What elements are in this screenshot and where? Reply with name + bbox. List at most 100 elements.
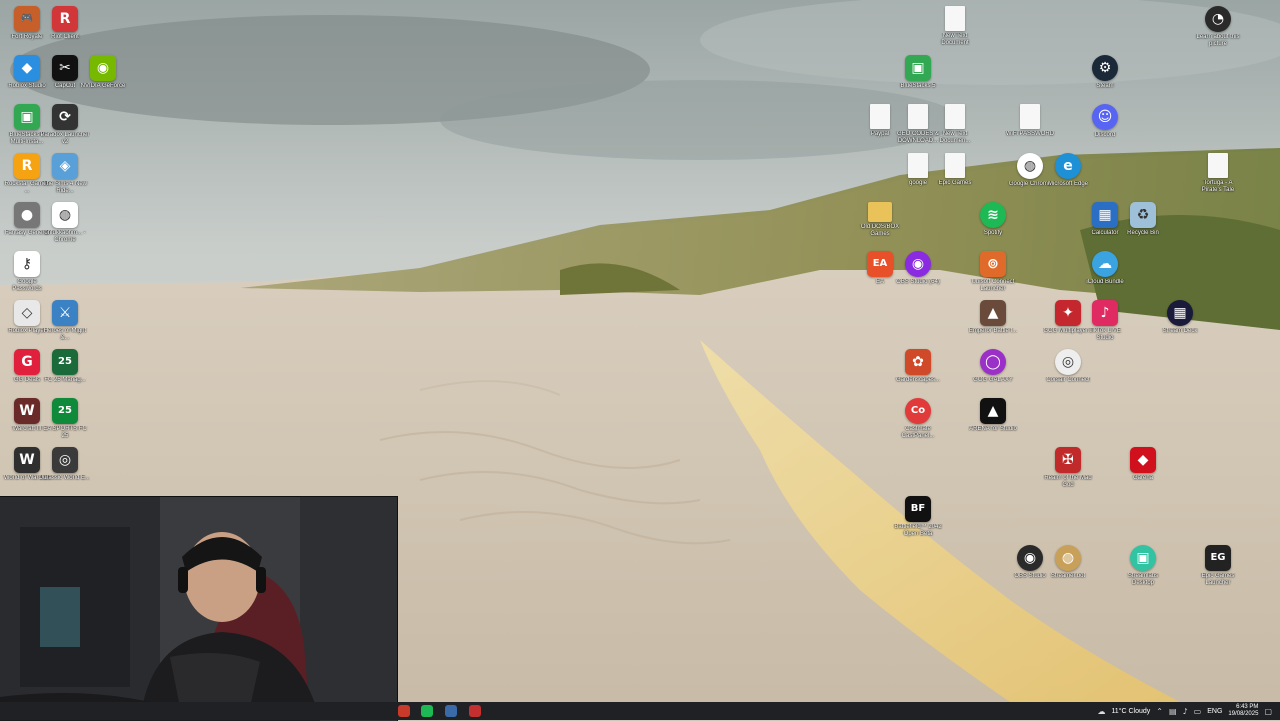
taskbar-steam-icon[interactable] bbox=[445, 705, 457, 717]
webcam-overlay bbox=[0, 496, 398, 721]
desktop-icon-aresme[interactable]: ▲ ARENA for Studio bbox=[969, 398, 1017, 433]
network-icon[interactable]: ▤ bbox=[1169, 707, 1177, 716]
bf-app-icon: BF bbox=[905, 496, 931, 522]
desktop-icon-gog-galaxy[interactable]: ◯ GOG GALAXY bbox=[970, 349, 1016, 384]
desktop-icon-obs-app[interactable]: ◉ OBS Studio (64) bbox=[895, 251, 941, 286]
ea-app-icon: EA bbox=[867, 251, 893, 277]
desktop-icon-label: Learn about this picture bbox=[1196, 34, 1240, 47]
desktop-icon-label: Google Passwords bbox=[12, 279, 42, 292]
taskbar-spotify-icon[interactable] bbox=[421, 705, 433, 717]
desktop-icon-bf-app[interactable]: BF Battlefield™ 2042 Open Beta bbox=[894, 496, 942, 538]
desktop-icon-spotify[interactable]: ≋ Spotify bbox=[970, 202, 1016, 237]
warcraft-3-icon: W bbox=[14, 398, 40, 424]
desktop-icon-learn-picture[interactable]: ◔ Learn about this picture bbox=[1195, 6, 1241, 48]
desktop-icon-label: Paradox Launcher v2 bbox=[40, 132, 90, 145]
roblox-player-icon: ◇ bbox=[14, 300, 40, 326]
desktop-icon-chrome-app[interactable]: ◍ onfdkkaohm... - Chrome bbox=[42, 202, 88, 244]
desktop-icon-new-text-doc-2[interactable]: New Text Documen... bbox=[932, 104, 978, 145]
battery-icon[interactable]: ▭ bbox=[1194, 707, 1202, 716]
desktop-icon-label: Epic Games Launcher bbox=[1201, 573, 1235, 586]
rgb-connect-icon: ◎ bbox=[1055, 349, 1081, 375]
desktop-icon-bluestacks-5[interactable]: ▣ BlueStacks 5 bbox=[895, 55, 941, 90]
desktop-icon-garena[interactable]: ◆ Garena bbox=[1120, 447, 1166, 482]
stream-deck-icon: ▦ bbox=[1167, 300, 1193, 326]
nvidia-icon: ◉ bbox=[90, 55, 116, 81]
gog-galaxy-icon: ◯ bbox=[980, 349, 1006, 375]
desktop-icon-icloud[interactable]: ☁ iCloud Bundle bbox=[1082, 251, 1128, 286]
desktop-icon-label: Corsair Connect bbox=[1046, 377, 1090, 383]
clock-date: 19/08/2025 bbox=[1228, 711, 1259, 717]
desktop-icon-heroes-might[interactable]: ⚔ Heroes of Might &... bbox=[42, 300, 88, 342]
desktop-icon-label: WiFi PASSWORD bbox=[1005, 131, 1055, 137]
desktop-icon-sims4[interactable]: ◈ The Sims 4 New Ride... bbox=[42, 153, 88, 195]
weather-cloud-icon[interactable]: ☁ bbox=[1097, 707, 1105, 716]
desktop-icon-streamer-bot[interactable]: ◍ Streamer.bot bbox=[1045, 545, 1091, 580]
desktop-icon-gardenscapes[interactable]: ✿ Gardenscapes... bbox=[895, 349, 941, 384]
desktop-icon-streamlabs[interactable]: ▣ Streamlabs Desktop bbox=[1120, 545, 1166, 587]
desktop-icon-label: Streamlabs Desktop bbox=[1127, 573, 1159, 586]
desktop-icon-rgb-connect[interactable]: ◎ Corsair Connect bbox=[1045, 349, 1091, 384]
text-document-icon bbox=[945, 104, 965, 129]
desktop-icon-fifa-25[interactable]: 25 FC 25 Manag... bbox=[42, 349, 88, 384]
desktop-icon-paradox-launcher[interactable]: ⟳ Paradox Launcher v2 bbox=[40, 104, 90, 146]
text-document-icon bbox=[1208, 153, 1228, 178]
desktop-icon-wifi-doc[interactable]: WiFi PASSWORD bbox=[1005, 104, 1055, 138]
desktop-icon-tiktok-live[interactable]: ♪ TikTok LIVE Studio bbox=[1082, 300, 1128, 342]
ms-edge-icon: e bbox=[1055, 153, 1081, 179]
volume-icon[interactable]: ♪ bbox=[1183, 707, 1188, 716]
gardenscapes-icon: ✿ bbox=[905, 349, 931, 375]
desktop-icon-label: Spotify bbox=[983, 230, 1003, 236]
epic-launcher-icon: EG bbox=[1205, 545, 1231, 571]
desktop-icon-emperor[interactable]: ▲ Emperor Battle f... bbox=[969, 300, 1017, 335]
desktop-icon-jurassic-world[interactable]: ◎ Jurassic World E... bbox=[40, 447, 90, 482]
language-indicator[interactable]: ENG bbox=[1207, 708, 1222, 715]
desktop-icon-fc25[interactable]: 25 EA SPORTS FC 25 bbox=[42, 398, 88, 440]
text-document-icon bbox=[1020, 104, 1040, 129]
clock[interactable]: 6:43 PM 19/08/2025 bbox=[1228, 704, 1258, 718]
desktop-icon-nvidia[interactable]: ◉ NVIDIA GeForce bbox=[80, 55, 126, 90]
rockstar-icon: R bbox=[14, 153, 40, 179]
desktop-icon-label: Garena bbox=[1132, 475, 1153, 481]
desktop-icon-label: Riot Client bbox=[51, 34, 79, 40]
text-document-icon bbox=[908, 153, 928, 178]
desktop-icon-label: Epic Games bbox=[938, 180, 972, 186]
ubisoft-connect-icon: ⊚ bbox=[980, 251, 1006, 277]
desktop-icon-old-dos-folder[interactable]: Old DOS/BOX Games bbox=[857, 202, 903, 238]
taskbar-obs-icon[interactable] bbox=[469, 705, 481, 717]
notification-icon[interactable]: ▢ bbox=[1264, 707, 1272, 716]
desktop-icon-epic-launcher[interactable]: EG Epic Games Launcher bbox=[1195, 545, 1241, 587]
weather-text[interactable]: 11°C Cloudy bbox=[1111, 708, 1150, 715]
chrome-app-icon: ◍ bbox=[52, 202, 78, 228]
desktop-icon-label: Old DOS/BOX Games bbox=[860, 224, 900, 237]
desktop-icon-label: EA SPORTS FC 25 bbox=[43, 426, 87, 439]
desktop-icon-recycle-bin[interactable]: ♻ Recycle Bin bbox=[1120, 202, 1166, 237]
desktop-icon-tortuga-doc[interactable]: Tortuga - A Pirate's Tale bbox=[1195, 153, 1241, 194]
garena-icon: ◆ bbox=[1130, 447, 1156, 473]
desktop-icon-stream-deck[interactable]: ▦ Stream Deck bbox=[1157, 300, 1203, 335]
desktop-icon-google-passwords[interactable]: ⚷ Google Passwords bbox=[4, 251, 50, 293]
desktop-icon-label: GOG GALAXY bbox=[973, 377, 1013, 383]
desktop-icon-kingdom-hearts[interactable]: ✠ Realm of the Mad God bbox=[1044, 447, 1092, 489]
desktop-icon-castmate[interactable]: Co Castmate CastPanel... bbox=[895, 398, 941, 440]
desktop-icon-ms-edge[interactable]: e Microsoft Edge bbox=[1045, 153, 1091, 188]
desktop-icon-label: Discord bbox=[1094, 132, 1116, 138]
recycle-bin-icon: ♻ bbox=[1130, 202, 1156, 228]
desktop-icon-steam[interactable]: ⚙ Steam bbox=[1082, 55, 1128, 90]
desktop-icon-ubisoft-connect[interactable]: ⊚ Ubisoft Connect Launcher bbox=[970, 251, 1016, 293]
taskbar-app-1-icon[interactable] bbox=[398, 705, 410, 717]
desktop-icon-label: Gardenscapes... bbox=[895, 377, 941, 383]
desktop-icon-discord[interactable]: ☺ Discord bbox=[1082, 104, 1128, 139]
aresme-icon: ▲ bbox=[980, 398, 1006, 424]
folder-icon bbox=[868, 202, 892, 222]
desktop-icon-label: Streamer.bot bbox=[1050, 573, 1086, 579]
desktop-icon-epic-doc[interactable]: Epic Games bbox=[932, 153, 978, 187]
heroes-might-icon: ⚔ bbox=[52, 300, 78, 326]
paradox-launcher-icon: ⟳ bbox=[52, 104, 78, 130]
chevron-up-icon[interactable]: ⌃ bbox=[1156, 707, 1163, 716]
desktop-icon-label: Jurassic World E... bbox=[40, 475, 90, 481]
desktop-icon-new-text-doc-1[interactable]: New Text Document bbox=[932, 6, 978, 47]
streamer-bot-icon: ◍ bbox=[1055, 545, 1081, 571]
desktop-icon-riot-client[interactable]: R Riot Client bbox=[42, 6, 88, 41]
google-passwords-icon: ⚷ bbox=[14, 251, 40, 277]
system-tray: ☁ 11°C Cloudy ⌃ ▤ ♪ ▭ ENG 6:43 PM 19/08/… bbox=[1097, 702, 1280, 720]
